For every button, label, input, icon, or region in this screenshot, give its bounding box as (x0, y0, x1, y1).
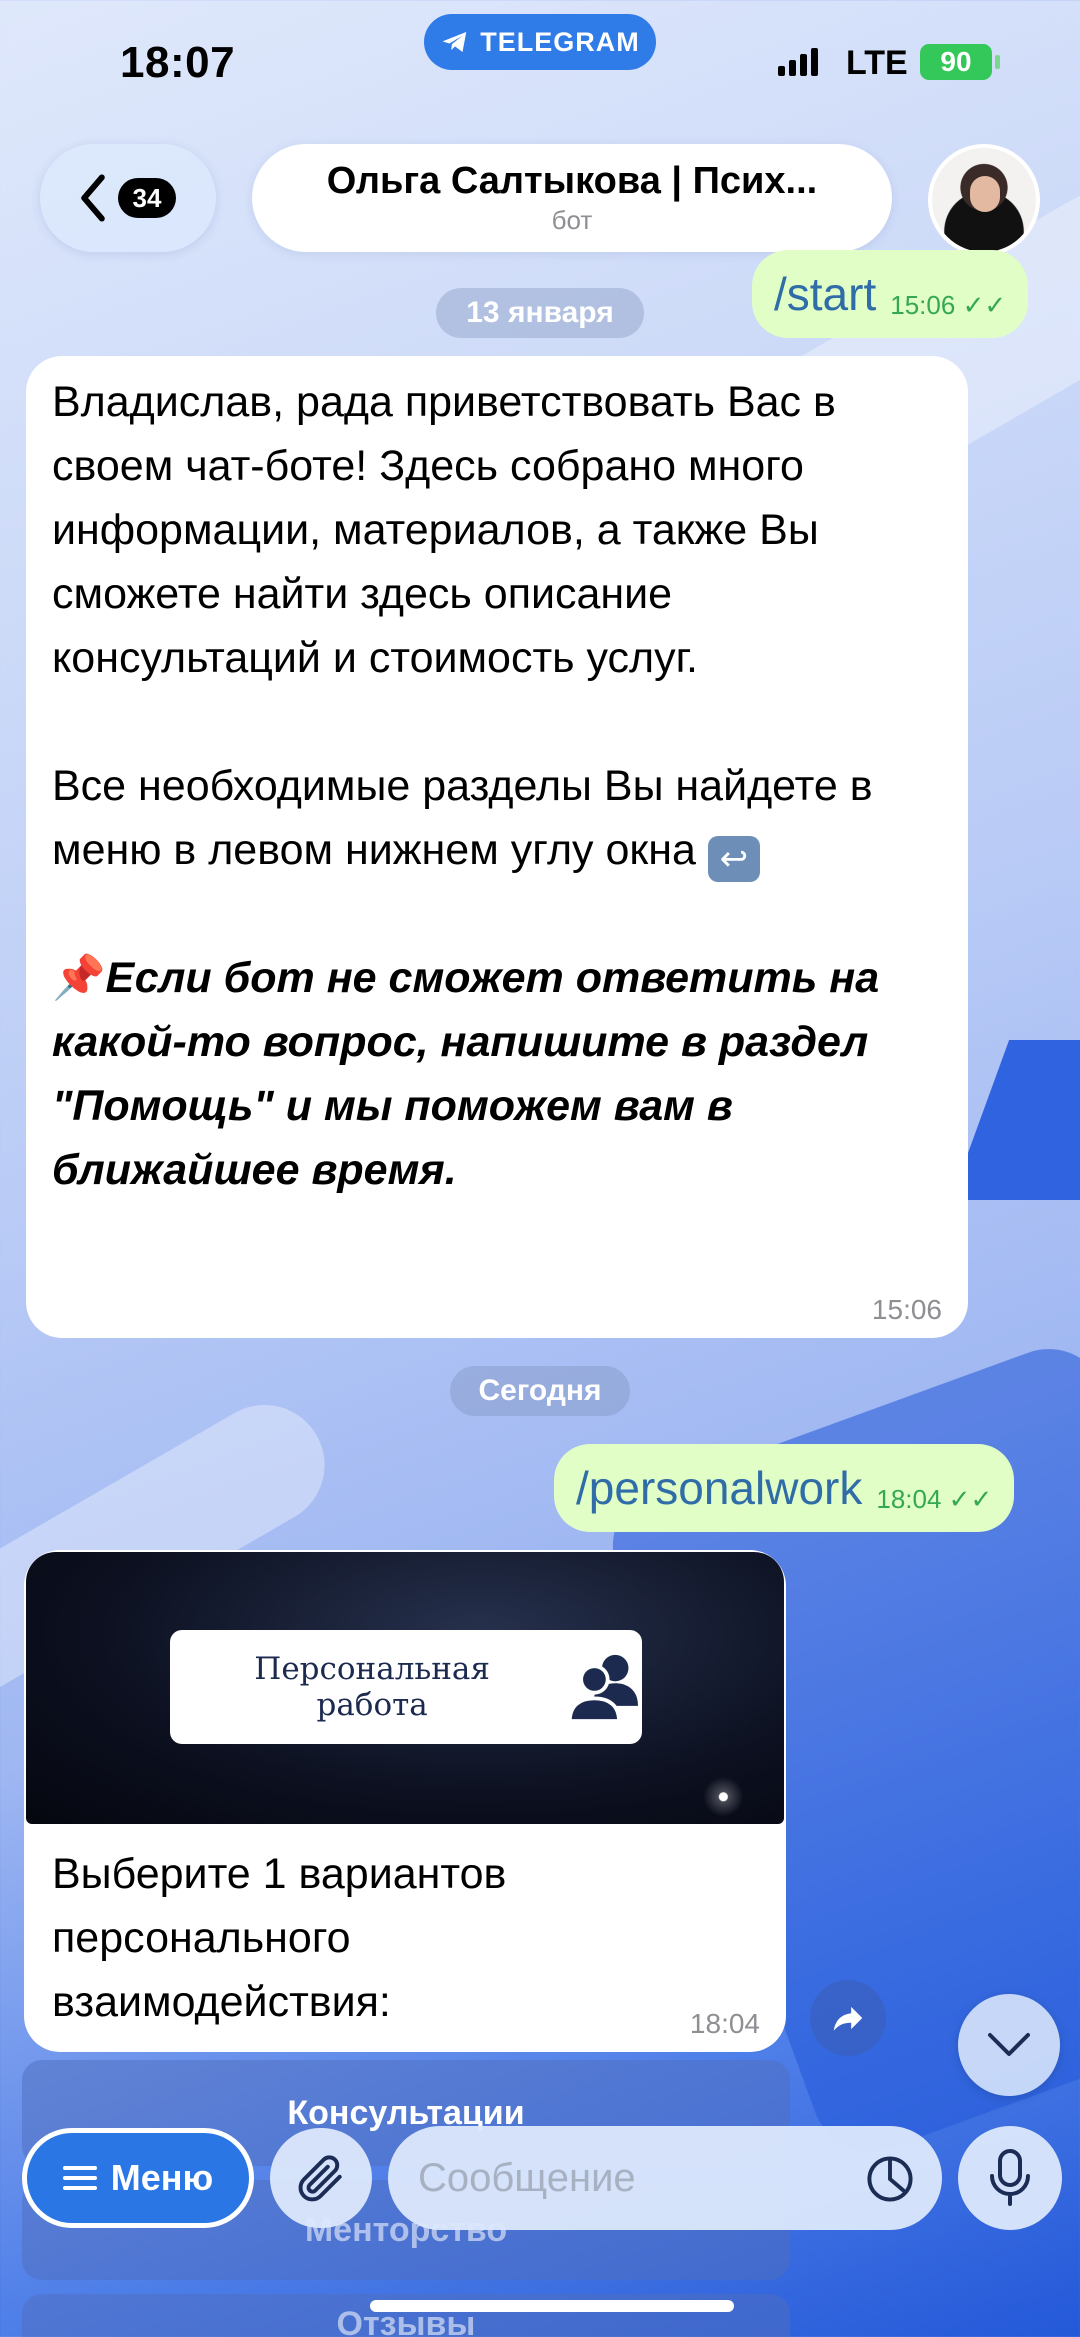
unread-count-badge: 34 (118, 178, 176, 218)
chevron-left-icon (81, 174, 105, 222)
signal-icon (778, 46, 818, 76)
outgoing-message[interactable]: /personalwork 18:04 ✓✓ (554, 1444, 1015, 1532)
avatar[interactable] (928, 144, 1040, 256)
chat-subtitle: бот (551, 205, 593, 235)
battery-icon: 90 (920, 44, 992, 80)
share-button[interactable] (810, 1980, 886, 2056)
share-arrow-icon (833, 2006, 863, 2031)
message-placeholder: Сообщение (418, 2155, 636, 2200)
message-text: Выберите 1 вариантов персонального взаим… (52, 1850, 507, 2026)
paperclip-icon (298, 2155, 342, 2202)
message-time: 18:04 (689, 2008, 760, 2039)
outgoing-message[interactable]: /start 15:06 ✓✓ (752, 250, 1029, 338)
background-shape (950, 1040, 1080, 1200)
image-title: Персональная работа (254, 1651, 490, 1723)
read-checks-icon: ✓✓ (948, 1483, 993, 1514)
battery-tip (995, 55, 1000, 69)
message-text: /start (774, 268, 877, 320)
date-separator: Сегодня (450, 1366, 630, 1416)
message-time: 18:04 (876, 1483, 942, 1514)
menu-label: Меню (110, 2157, 214, 2198)
avatar-face (970, 176, 1000, 212)
return-arrow-icon: ↩ (707, 836, 760, 882)
status-bar: 18:07 TELEGRAM LTE 90 (0, 0, 1080, 130)
microphone-button[interactable] (958, 2126, 1062, 2230)
sticker-icon[interactable] (864, 2153, 916, 2205)
incoming-message[interactable]: Владислав, рада приветствовать Вас в сво… (26, 356, 968, 1338)
microphone-icon (990, 2149, 1030, 2206)
pushpin-icon: 📌 (52, 954, 106, 1002)
message-image[interactable]: Персональная работа (26, 1552, 784, 1824)
chat-name: Ольга Салтыкова | Псих... (326, 160, 818, 202)
date-separator: 13 января (436, 288, 644, 338)
message-text: /personalwork (576, 1462, 863, 1514)
chevron-down-icon (988, 2033, 1030, 2056)
telegram-plane-icon (442, 32, 467, 52)
menu-button[interactable]: Меню (22, 2128, 254, 2228)
message-input[interactable]: Сообщение (388, 2126, 942, 2230)
message-paragraph-text: Если бот не сможет ответить на какой-то … (52, 954, 880, 1194)
message-time: 15:06 (890, 289, 956, 320)
battery-level: 90 (940, 46, 972, 77)
hamburger-icon (62, 2166, 97, 2190)
chat-title[interactable]: Ольга Салтыкова | Псих... бот (252, 144, 892, 252)
home-indicator (370, 2300, 734, 2312)
telegram-pill[interactable]: TELEGRAM (424, 14, 656, 70)
back-button[interactable]: 34 (40, 144, 216, 252)
message-paragraph: Все необходимые разделы Вы найдете в мен… (52, 754, 952, 882)
read-checks-icon: ✓✓ (962, 289, 1007, 320)
message-paragraph: Владислав, рада приветствовать Вас в сво… (52, 378, 836, 682)
scroll-down-button[interactable] (958, 1994, 1060, 2096)
message-paragraph: 📌Если бот не сможет ответить на какой-то… (52, 946, 952, 1202)
status-time: 18:07 (120, 38, 236, 87)
telegram-pill-label: TELEGRAM (480, 26, 640, 57)
attach-button[interactable] (270, 2128, 372, 2228)
network-type: LTE (846, 44, 908, 82)
message-time: 15:06 (871, 1294, 942, 1325)
people-icon (568, 1654, 639, 1723)
image-banner: Персональная работа (170, 1630, 642, 1744)
